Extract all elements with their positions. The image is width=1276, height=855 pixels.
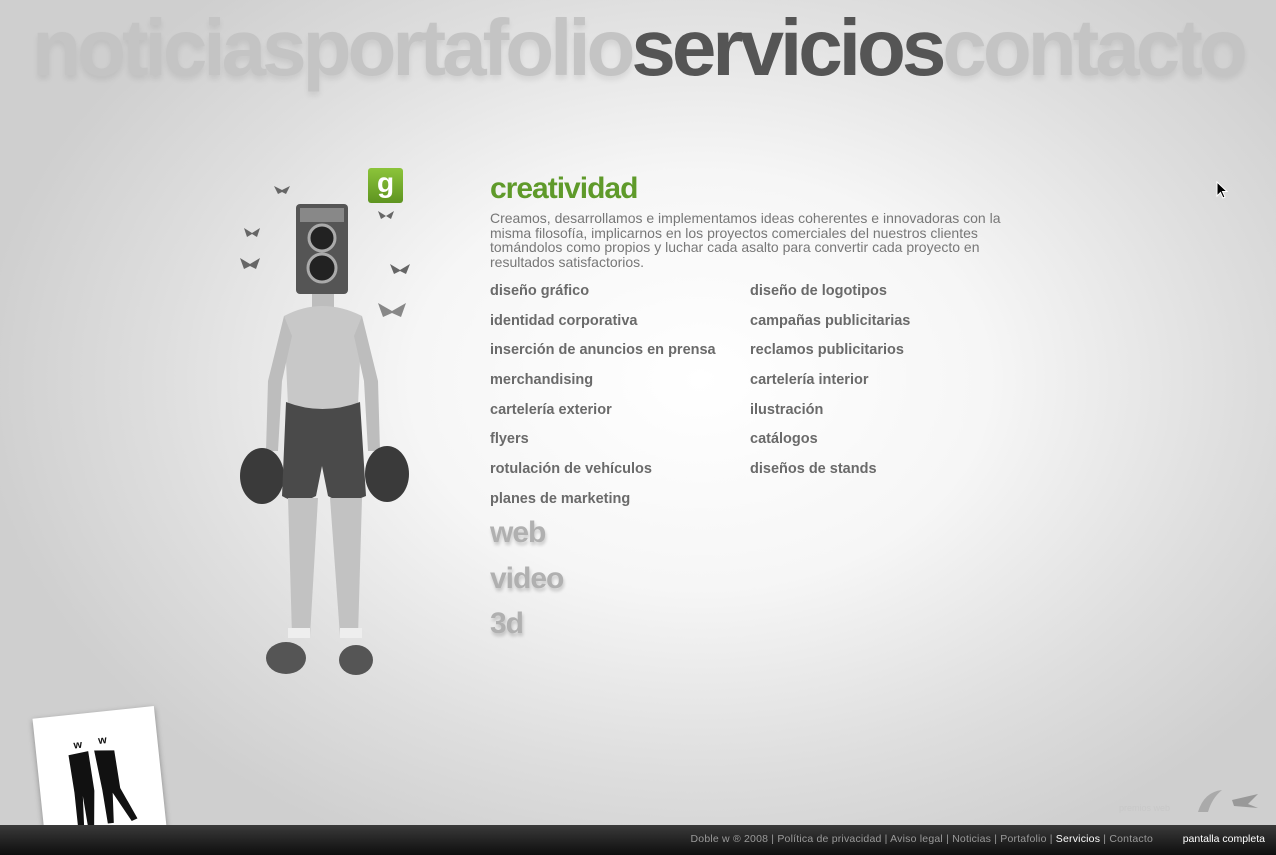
- service-link[interactable]: ilustración: [750, 402, 823, 432]
- category-video[interactable]: video: [490, 562, 564, 596]
- svg-text:w: w: [97, 734, 108, 747]
- service-link[interactable]: cartelería exterior: [490, 402, 750, 432]
- service-link[interactable]: rotulación de vehículos: [490, 461, 750, 491]
- award-logos-icon[interactable]: [1196, 786, 1262, 816]
- footer-link-contacto[interactable]: Contacto: [1109, 833, 1153, 845]
- svg-text:w: w: [72, 739, 83, 752]
- nav-item-contacto[interactable]: contacto: [942, 8, 1247, 88]
- service-link[interactable]: inserción de anuncios en prensa: [490, 342, 750, 372]
- footer-copyright: Doble w ® 2008: [690, 833, 769, 845]
- section-description: Creamos, desarrollamos e implementamos i…: [490, 210, 1001, 270]
- footer-links: Doble w ® 2008 | Política de privacidad …: [690, 833, 1153, 845]
- nav-item-portafolio[interactable]: portafolio: [303, 8, 636, 88]
- services-row: rotulación de vehículos diseños de stand…: [490, 461, 1010, 491]
- top-nav: noticias portafolio servicios contacto: [0, 8, 1276, 88]
- service-link[interactable]: campañas publicitarias: [750, 313, 910, 343]
- services-row: inserción de anuncios en prensa reclamos…: [490, 342, 1010, 372]
- services-row: flyers catálogos: [490, 431, 1010, 461]
- services-row: identidad corporativa campañas publicita…: [490, 313, 1010, 343]
- premios-label: premios web: [1119, 803, 1171, 813]
- g-badge-icon: g: [368, 168, 403, 203]
- mouse-cursor-icon: [1216, 181, 1228, 199]
- service-link[interactable]: diseños de stands: [750, 461, 877, 491]
- services-row: planes de marketing: [490, 491, 1010, 521]
- nav-item-servicios[interactable]: servicios: [631, 8, 946, 88]
- footer-link-portafolio[interactable]: Portafolio: [1000, 833, 1046, 845]
- service-link[interactable]: diseño gráfico: [490, 283, 750, 313]
- nav-item-noticias[interactable]: noticias: [32, 8, 306, 88]
- service-link[interactable]: reclamos publicitarios: [750, 342, 904, 372]
- service-link[interactable]: identidad corporativa: [490, 313, 750, 343]
- service-section: creatividad Creamos, desarrollamos e imp…: [490, 170, 1010, 269]
- service-link[interactable]: cartelería interior: [750, 372, 868, 402]
- category-3d[interactable]: 3d: [490, 607, 524, 641]
- service-link[interactable]: merchandising: [490, 372, 750, 402]
- footer-link-servicios[interactable]: Servicios: [1056, 833, 1100, 845]
- section-title: creatividad: [490, 172, 638, 205]
- category-web[interactable]: web: [490, 516, 546, 550]
- services-list: diseño gráfico diseño de logotipos ident…: [490, 283, 1010, 521]
- services-row: cartelería exterior ilustración: [490, 402, 1010, 432]
- fullscreen-button[interactable]: pantalla completa: [1183, 833, 1265, 845]
- service-link[interactable]: flyers: [490, 431, 750, 461]
- service-link[interactable]: diseño de logotipos: [750, 283, 887, 313]
- services-row: diseño gráfico diseño de logotipos: [490, 283, 1010, 313]
- footer-link-aviso-legal[interactable]: Aviso legal: [890, 833, 943, 845]
- footer-link-noticias[interactable]: Noticias: [952, 833, 991, 845]
- boxer-camera-head-illustration: [240, 186, 410, 675]
- services-row: merchandising cartelería interior: [490, 372, 1010, 402]
- service-link[interactable]: catálogos: [750, 431, 818, 461]
- footer-link-privacidad[interactable]: Política de privacidad: [777, 833, 881, 845]
